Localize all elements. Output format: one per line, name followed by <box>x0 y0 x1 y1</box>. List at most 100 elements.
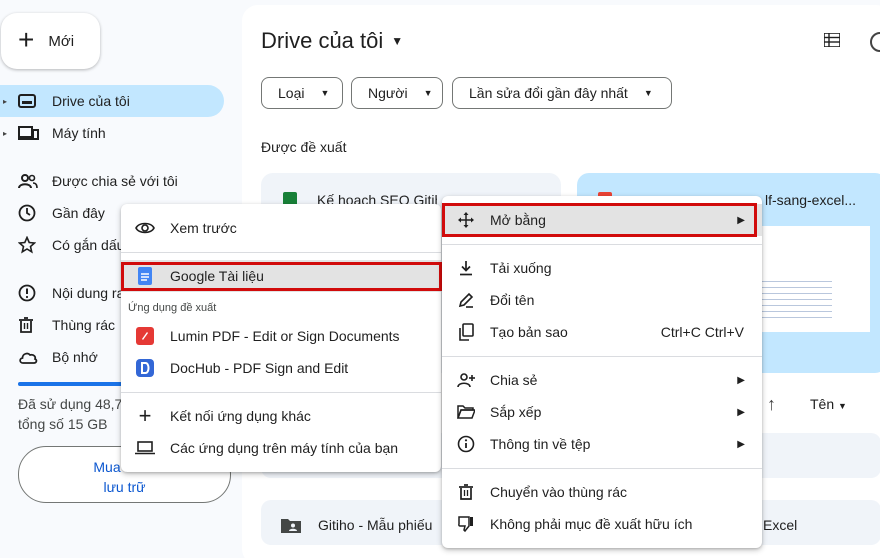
clock-icon <box>18 204 46 222</box>
menu-item-rename[interactable]: Đổi tên <box>442 284 762 316</box>
file-context-menu: Mở bằng ▶ Tải xuống Đổi tên Tạo bản sao … <box>442 196 762 548</box>
menu-item-label: Đổi tên <box>490 292 535 308</box>
menu-item-label: Lumin PDF - Edit or Sign Documents <box>170 328 400 344</box>
copy-icon <box>456 322 476 342</box>
download-icon <box>456 258 476 278</box>
file-thumbnail-rows <box>762 276 832 318</box>
menu-item-organize[interactable]: Sắp xếp ▶ <box>442 396 762 428</box>
spam-icon <box>18 284 46 302</box>
sidebar-item-label: Thùng rác <box>52 317 116 333</box>
buy-storage-line-2: lưu trữ <box>103 479 146 495</box>
sidebar-item-shared[interactable]: Được chia sẻ với tôi <box>0 165 178 197</box>
sidebar-item-computers[interactable]: ▸ Máy tính <box>0 117 106 149</box>
menu-item-move-to-trash[interactable]: Chuyển vào thùng rác <box>442 476 762 508</box>
menu-item-label: Chia sẻ <box>490 372 538 388</box>
card-title: lf-sang-excel... <box>765 192 857 208</box>
cloud-icon <box>18 350 46 364</box>
chip-label: Người <box>368 85 408 101</box>
menu-item-lumin-pdf[interactable]: Lumin PDF - Edit or Sign Documents <box>121 320 441 352</box>
chip-label: Lần sửa đổi gần đây nhất <box>469 85 628 101</box>
expand-caret-icon[interactable]: ▸ <box>0 97 10 106</box>
sidebar-item-recent[interactable]: Gần đây <box>0 197 105 229</box>
submenu-arrow-icon: ▶ <box>737 374 745 386</box>
submenu-arrow-icon: ▶ <box>737 406 745 418</box>
menu-item-label: Không phải mục đề xuất hữu ích <box>490 516 693 532</box>
expand-caret-icon[interactable]: ▸ <box>0 129 10 138</box>
menu-item-file-info[interactable]: Thông tin về tệp ▶ <box>442 428 762 460</box>
highlight-box <box>121 262 442 291</box>
menu-item-preview[interactable]: Xem trước <box>121 212 441 244</box>
page-title[interactable]: Drive của tôi ▼ <box>261 28 403 54</box>
menu-item-desktop-apps[interactable]: Các ứng dụng trên máy tính của bạn <box>121 432 441 464</box>
sidebar-item-label: Bộ nhớ <box>52 349 98 365</box>
pencil-icon <box>456 290 476 310</box>
sort-direction-icon[interactable]: ↑ <box>767 394 776 415</box>
dochub-icon <box>135 358 155 378</box>
folder-open-icon <box>456 402 476 422</box>
shared-icon <box>18 173 46 189</box>
menu-item-download[interactable]: Tải xuống <box>442 252 762 284</box>
storage-progress-fill <box>18 382 124 386</box>
sidebar-item-my-drive[interactable]: ▸ Drive của tôi <box>0 85 224 117</box>
section-heading: Ứng dụng đề xuất <box>128 302 217 314</box>
menu-item-label: Chuyển vào thùng rác <box>490 484 627 500</box>
menu-divider <box>121 392 441 393</box>
menu-item-label: Kết nối ứng dụng khác <box>170 408 311 424</box>
menu-item-label: Sắp xếp <box>490 404 542 420</box>
new-label: Mới <box>48 32 75 50</box>
sort-label: Tên <box>810 396 835 412</box>
filter-chip-modified[interactable]: Lần sửa đổi gần đây nhất ▼ <box>452 77 672 109</box>
sidebar-item-label: Gần đây <box>52 205 105 221</box>
menu-item-not-helpful[interactable]: Không phải mục đề xuất hữu ích <box>442 508 762 540</box>
open-with-submenu: Xem trước Google Tài liệu Ứng dụng đề xu… <box>121 204 441 472</box>
new-button[interactable]: + Mới <box>1 13 100 69</box>
info-icon <box>456 434 476 454</box>
page-title-text: Drive của tôi <box>261 28 384 53</box>
highlight-box <box>442 203 757 237</box>
sidebar-item-starred[interactable]: Có gắn dấu <box>0 229 124 261</box>
sidebar-item-storage[interactable]: Bộ nhớ <box>0 341 98 373</box>
caret-down-icon: ▼ <box>391 34 404 48</box>
submenu-arrow-icon: ▶ <box>737 438 745 450</box>
storage-line-2: tổng số 15 GB <box>18 416 108 432</box>
menu-item-label: Tạo bản sao <box>490 324 568 340</box>
sidebar-item-label: Được chia sẻ với tôi <box>52 173 178 189</box>
menu-item-dochub[interactable]: DocHub - PDF Sign and Edit <box>121 352 441 384</box>
sidebar-item-label: Máy tính <box>52 125 106 141</box>
menu-item-connect-apps[interactable]: + Kết nối ứng dụng khác <box>121 400 441 432</box>
chip-label: Loại <box>278 85 305 101</box>
storage-line-1: Đã sử dụng 48,7 <box>18 396 123 412</box>
sidebar-item-trash[interactable]: Thùng rác <box>0 309 115 341</box>
filter-chip-type[interactable]: Loại ▼ <box>261 77 343 109</box>
laptop-icon <box>135 438 155 458</box>
menu-divider <box>442 244 762 245</box>
caret-down-icon: ▼ <box>643 88 653 98</box>
shared-folder-icon <box>281 517 301 538</box>
file-name: Gitiho - Mẫu phiếu <box>318 517 433 533</box>
eye-icon <box>135 218 155 238</box>
caret-down-icon: ▼ <box>423 88 433 98</box>
keyboard-shortcut: Ctrl+C Ctrl+V <box>660 324 744 340</box>
menu-item-label: Xem trước <box>170 220 237 236</box>
trash-icon <box>456 482 476 502</box>
caret-down-icon: ▼ <box>320 88 330 98</box>
suggested-heading: Được đề xuất <box>261 139 347 155</box>
filter-chip-people[interactable]: Người ▼ <box>351 77 443 109</box>
file-name-tail: Excel <box>763 517 798 533</box>
menu-item-label: Các ứng dụng trên máy tính của bạn <box>170 440 399 456</box>
thumb-down-icon <box>456 514 476 534</box>
plus-icon: + <box>18 23 35 55</box>
menu-item-make-copy[interactable]: Tạo bản sao Ctrl+C Ctrl+V <box>442 316 762 348</box>
list-view-icon[interactable] <box>823 32 841 52</box>
star-icon <box>18 236 46 254</box>
menu-divider <box>442 356 762 357</box>
trash-icon <box>18 316 46 334</box>
menu-item-label: Tải xuống <box>490 260 552 276</box>
sort-by-name[interactable]: Tên ▼ <box>810 396 847 412</box>
caret-down-icon: ▼ <box>838 401 847 411</box>
lumin-pdf-icon <box>135 326 155 346</box>
sidebar-item-spam[interactable]: Nội dung ra <box>0 277 124 309</box>
menu-item-share[interactable]: Chia sẻ ▶ <box>442 364 762 396</box>
sidebar-item-label: Drive của tôi <box>52 93 130 109</box>
sidebar-item-label: Nội dung ra <box>52 285 125 301</box>
